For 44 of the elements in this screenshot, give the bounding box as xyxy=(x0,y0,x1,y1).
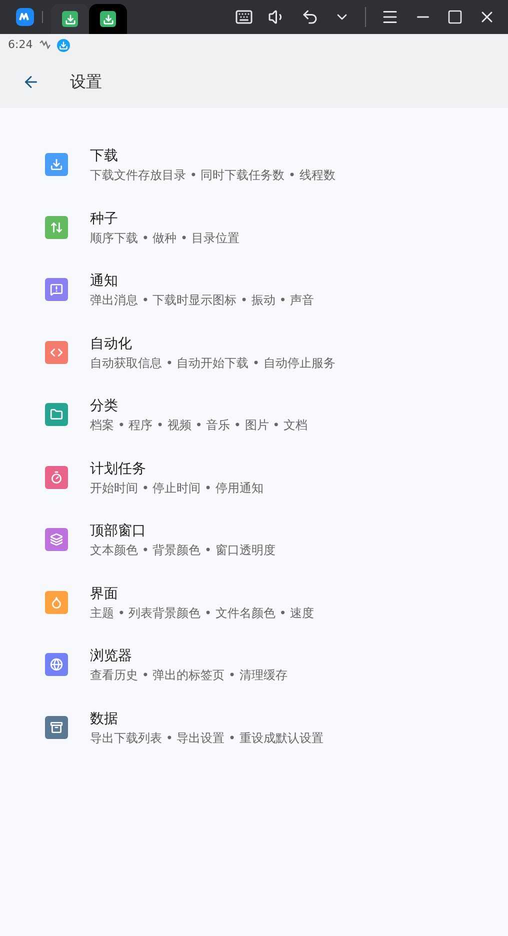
item-summary: 导出下载列表 • 导出设置 • 重设成默认设置 xyxy=(90,730,324,746)
settings-item[interactable]: 自动化 自动获取信息 • 自动开始下载 • 自动停止服务 xyxy=(45,334,463,396)
item-summary: 开始时间 • 停止时间 • 停用通知 xyxy=(90,480,264,496)
item-title: 种子 xyxy=(90,210,119,228)
item-title: 计划任务 xyxy=(90,460,147,478)
item-title: 分类 xyxy=(90,397,119,416)
settings-item[interactable]: 界面 主题 • 列表背景颜色 • 文件名颜色 • 速度 xyxy=(45,584,463,646)
settings-item[interactable]: 计划任务 开始时间 • 停止时间 • 停用通知 xyxy=(45,458,463,521)
keyboard-icon[interactable] xyxy=(235,8,253,26)
item-summary: 查看历史 • 弹出的标签页 • 清理缓存 xyxy=(90,667,288,684)
settings-item[interactable]: 下载 下载文件存放目录 • 同时下载任务数 • 线程数 xyxy=(45,146,463,208)
item-summary: 自动获取信息 • 自动开始下载 • 自动停止服务 xyxy=(90,354,336,372)
item-summary: 下载文件存放目录 • 同时下载任务数 • 线程数 xyxy=(90,167,336,184)
back-icon[interactable] xyxy=(22,73,40,91)
app-icon xyxy=(100,11,116,27)
item-title: 自动化 xyxy=(90,334,133,354)
undo-icon[interactable] xyxy=(301,8,319,26)
settings-item[interactable]: 数据 导出下载列表 • 导出设置 • 重设成默认设置 xyxy=(45,708,463,771)
item-summary: 档案 • 程序 • 视频 • 音乐 • 图片 • 文档 xyxy=(90,417,308,434)
app-logo-icon[interactable] xyxy=(16,8,34,26)
item-title: 数据 xyxy=(90,710,119,728)
item-title: 顶部窗口 xyxy=(90,522,147,541)
item-summary: 弹出消息 • 下载时显示图标 • 振动 • 声音 xyxy=(90,292,314,309)
settings-item[interactable]: 顶部窗口 文本颜色 • 背景颜色 • 窗口透明度 xyxy=(45,521,463,584)
item-title: 浏览器 xyxy=(90,647,133,666)
item-summary: 顺序下载 • 做种 • 目录位置 xyxy=(90,230,240,246)
settings-item[interactable]: 浏览器 查看历史 • 弹出的标签页 • 清理缓存 xyxy=(45,646,463,708)
settings-item[interactable]: 通知 弹出消息 • 下载时显示图标 • 振动 • 声音 xyxy=(45,271,463,334)
menu-icon[interactable] xyxy=(381,8,399,26)
window-tab[interactable] xyxy=(51,4,89,34)
download-status-icon xyxy=(56,38,70,52)
item-title: 通知 xyxy=(90,272,119,291)
status-time: 6:24 xyxy=(8,36,33,53)
settings-item[interactable]: 种子 顺序下载 • 做种 • 目录位置 xyxy=(45,208,463,271)
item-summary: 主题 • 列表背景颜色 • 文件名颜色 • 速度 xyxy=(90,604,314,622)
signal-icon xyxy=(38,40,51,50)
settings-item[interactable]: 分类 档案 • 程序 • 视频 • 音乐 • 图片 • 文档 xyxy=(45,396,463,458)
item-title: 界面 xyxy=(90,584,119,604)
window-tab[interactable] xyxy=(89,4,127,34)
app-icon xyxy=(62,11,78,27)
maximize-icon[interactable] xyxy=(447,9,463,25)
page-title: 设置 xyxy=(70,71,102,93)
item-summary: 文本颜色 • 背景颜色 • 窗口透明度 xyxy=(90,542,276,559)
item-title: 下载 xyxy=(90,147,119,166)
